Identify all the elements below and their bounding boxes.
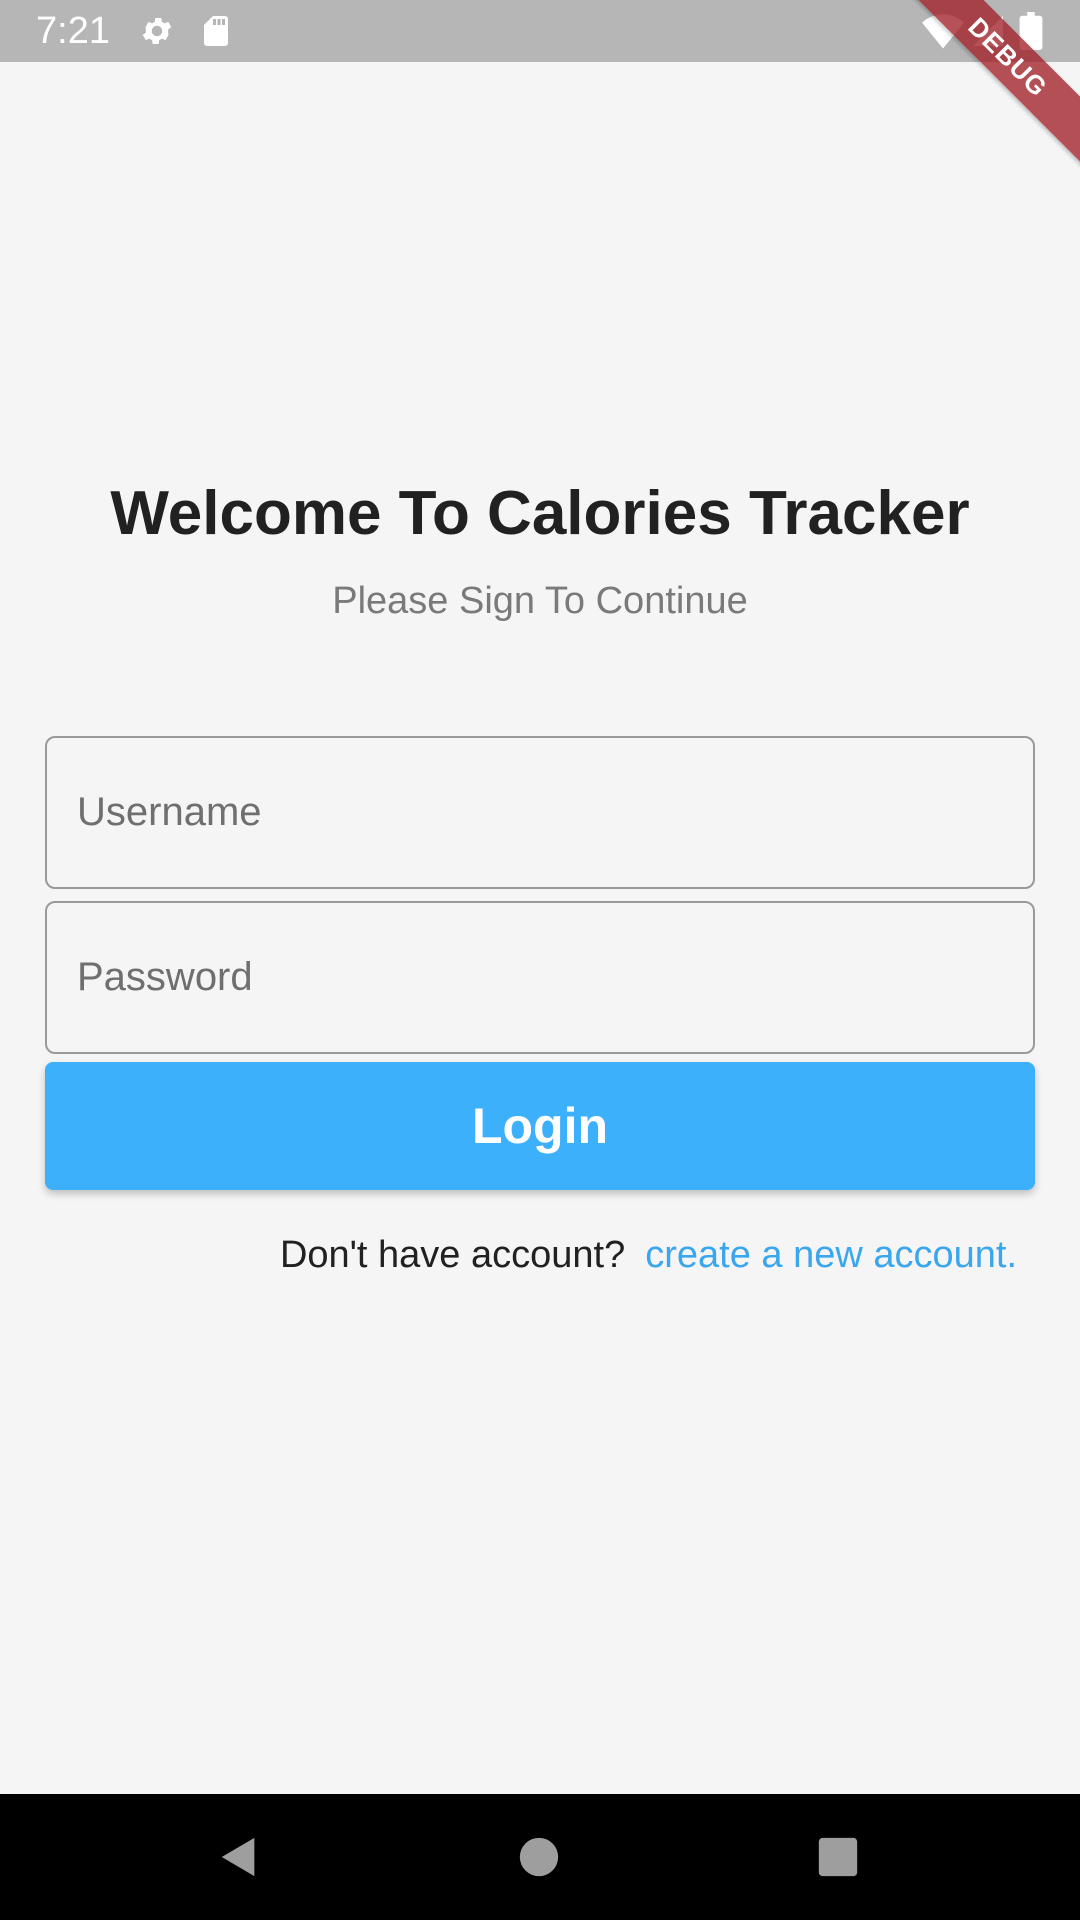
home-icon[interactable] (516, 1834, 562, 1880)
password-input[interactable] (47, 903, 1033, 1052)
status-time: 7:21 (36, 10, 110, 52)
signup-row: Don't have account? create a new account. (0, 1230, 1017, 1280)
gear-icon (139, 13, 175, 49)
page-subtitle: Please Sign To Continue (332, 580, 748, 622)
signup-prompt: Don't have account? (279, 1234, 626, 1276)
page-title: Welcome To Calories Tracker (110, 479, 970, 548)
username-field-container (45, 736, 1035, 889)
sd-card-icon (198, 13, 234, 49)
create-account-link[interactable]: create a new account. (645, 1234, 1017, 1276)
recents-icon[interactable] (815, 1834, 861, 1880)
login-button[interactable]: Login (45, 1062, 1035, 1190)
password-field-container (45, 901, 1035, 1054)
status-bar: 7:21 (0, 0, 1080, 62)
navigation-bar (0, 1794, 1080, 1920)
username-input[interactable] (47, 738, 1033, 887)
back-icon[interactable] (216, 1834, 262, 1880)
